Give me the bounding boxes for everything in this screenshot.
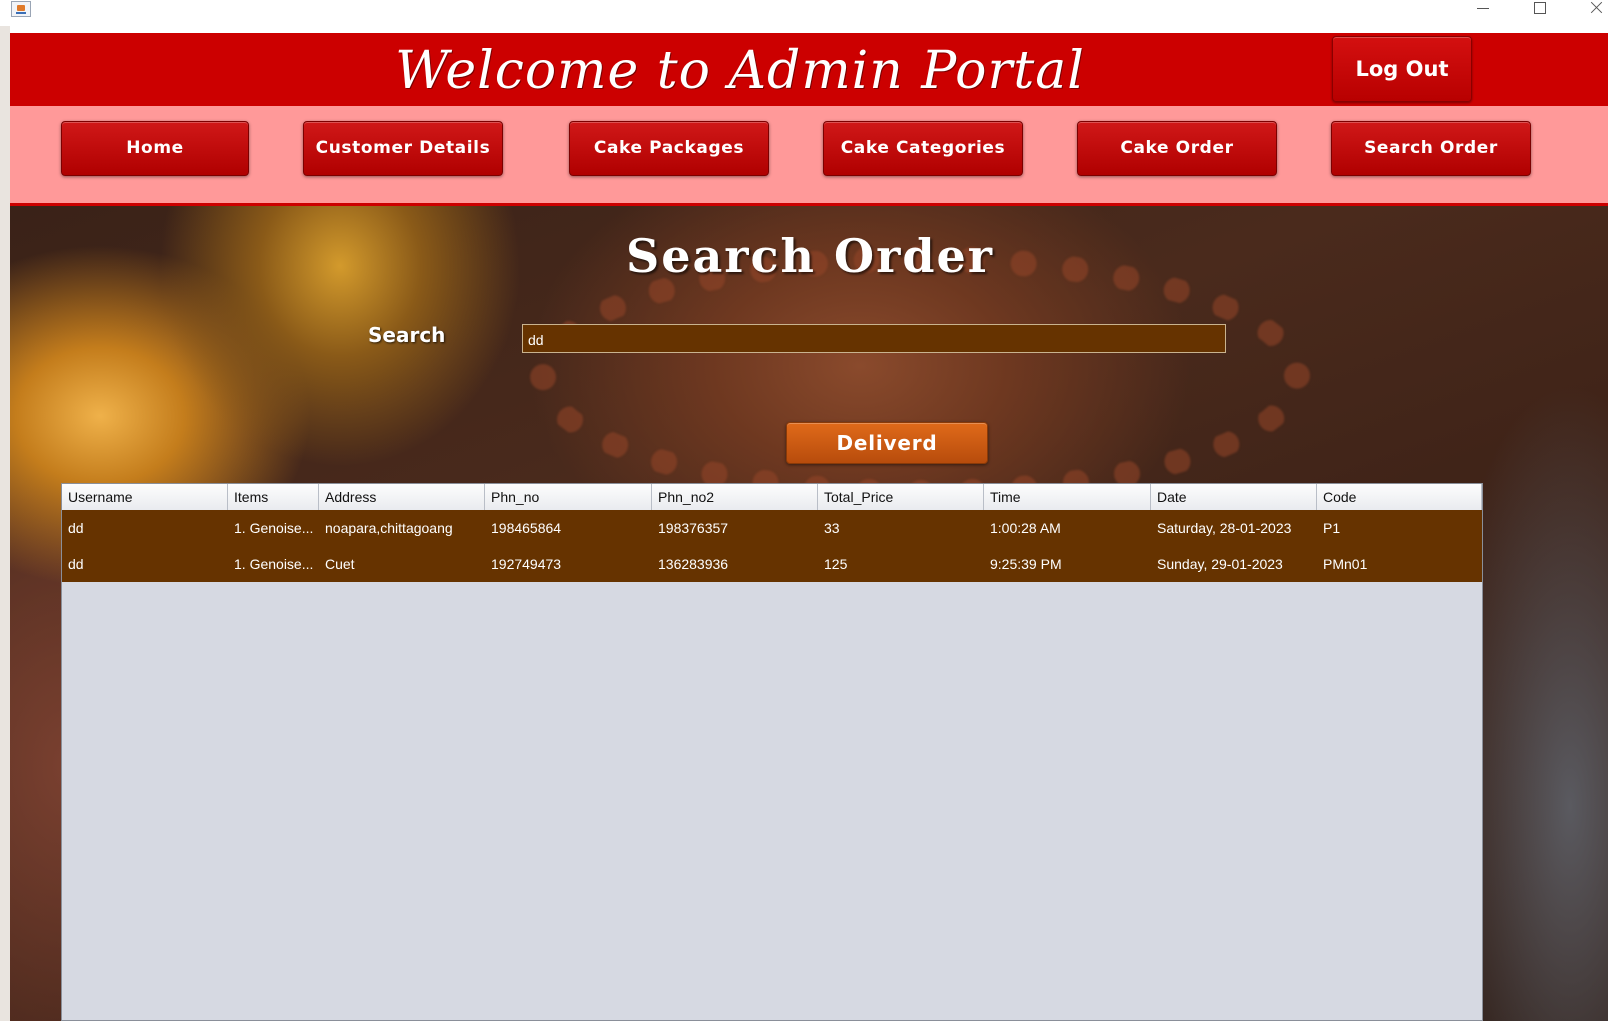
cell-address: Cuet [325,556,355,572]
cell-total-price: 125 [824,556,848,572]
nav-home-button[interactable]: Home [61,121,249,176]
cell-address: noapara,chittagoang [325,520,453,536]
table-row[interactable]: dd 1. Genoise... noapara,chittagoang 198… [62,510,1482,546]
portal-title: Welcome to Admin Portal [395,41,1085,101]
header-bar: Welcome to Admin Portal Log Out [10,33,1608,106]
cell-date: Saturday, 28-01-2023 [1157,520,1292,536]
cell-code: PMn01 [1323,556,1368,572]
content-area: Search Order Search Deliverd Username It… [10,206,1608,1021]
cell-total-price: 33 [824,520,840,536]
cell-time: 1:00:28 AM [990,520,1061,536]
column-header-total-price[interactable]: Total_Price [818,484,984,510]
search-label: Search [368,323,446,347]
minimize-icon[interactable] [1463,0,1503,24]
table-body: dd 1. Genoise... noapara,chittagoang 198… [62,510,1482,582]
column-header-time[interactable]: Time [984,484,1151,510]
table-header: Username Items Address Phn_no Phn_no2 To… [62,484,1482,511]
nav-search-order-button[interactable]: Search Order [1331,121,1531,176]
desktop-right-edge [1608,26,1620,1021]
desktop-left-edge [0,26,10,1021]
column-header-username[interactable]: Username [62,484,228,510]
window-top-border [10,26,1608,33]
column-header-items[interactable]: Items [228,484,319,510]
window-titlebar [0,0,1620,26]
delivered-button[interactable]: Deliverd [786,422,988,464]
maximize-icon[interactable] [1520,0,1560,24]
cell-items: 1. Genoise... [234,556,314,572]
cell-code: P1 [1323,520,1341,536]
close-icon[interactable] [1576,0,1616,24]
table-row[interactable]: dd 1. Genoise... Cuet 192749473 13628393… [62,546,1482,582]
cell-items: 1. Genoise... [234,520,314,536]
column-header-phn-no[interactable]: Phn_no [485,484,652,510]
column-header-phn-no2[interactable]: Phn_no2 [652,484,818,510]
cell-phn-no2: 136283936 [658,556,729,572]
cell-phn-no2: 198376357 [658,520,729,536]
java-app-icon [11,1,31,17]
cell-username: dd [68,520,84,536]
admin-window: Welcome to Admin Portal Log Out Home Cus… [10,33,1608,1021]
nav-customer-details-button[interactable]: Customer Details [303,121,503,176]
nav-cake-packages-button[interactable]: Cake Packages [569,121,769,176]
cell-phn-no: 198465864 [491,520,562,536]
column-header-address[interactable]: Address [319,484,485,510]
cell-phn-no: 192749473 [491,556,562,572]
nav-cake-order-button[interactable]: Cake Order [1077,121,1277,176]
cell-username: dd [68,556,84,572]
column-header-date[interactable]: Date [1151,484,1317,510]
page-title: Search Order [626,229,994,283]
nav-cake-categories-button[interactable]: Cake Categories [823,121,1023,176]
column-header-code[interactable]: Code [1317,484,1482,510]
search-input[interactable] [522,324,1226,353]
cell-date: Sunday, 29-01-2023 [1157,556,1283,572]
orders-table: Username Items Address Phn_no Phn_no2 To… [61,483,1483,1021]
cell-time: 9:25:39 PM [990,556,1062,572]
logout-button[interactable]: Log Out [1332,36,1472,102]
nav-bar: Home Customer Details Cake Packages Cake… [10,106,1608,206]
